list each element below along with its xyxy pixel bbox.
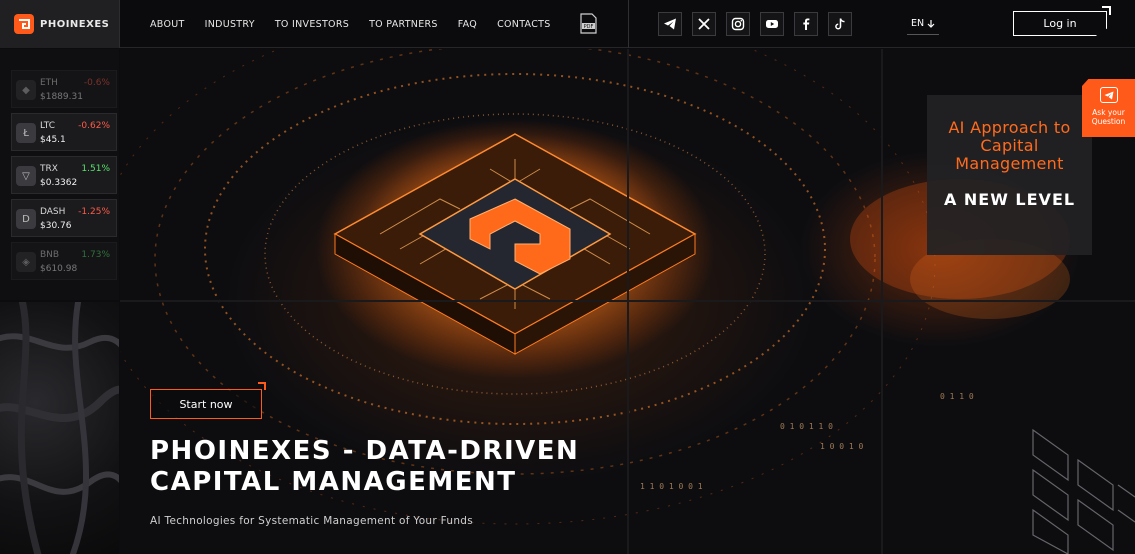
code-digits-2: 1 0 0 1 0 [820,442,864,451]
login-button[interactable]: Log in [1013,11,1107,36]
facebook-link[interactable] [794,12,818,36]
coin-symbol: DASH [40,207,66,217]
login-corner-accent [1102,6,1111,15]
litecoin-icon: Ł [16,123,36,143]
header-divider [628,0,629,48]
phoinexes-logo-icon [14,14,34,34]
dash-icon: D [16,209,36,229]
nav-to-investors[interactable]: TO INVESTORS [275,19,349,30]
telegram-link[interactable] [658,12,682,36]
x-link[interactable] [692,12,716,36]
pdf-icon[interactable]: PDF [580,13,597,34]
code-digits-4: 0 1 1 0 [940,392,974,401]
hero-tagline: AI Technologies for Systematic Managemen… [150,515,474,527]
language-selector[interactable]: EN [907,13,939,35]
coin-change: 1.73% [81,250,110,260]
tiktok-icon [835,18,845,30]
logo[interactable]: PHOINEXES [0,0,120,48]
telegram-icon [1099,87,1118,103]
tile-divider [120,300,1135,302]
nav-contacts[interactable]: CONTACTS [497,19,550,30]
coin-price: $30.76 [40,221,72,231]
instagram-link[interactable] [726,12,750,36]
coin-change: -0.62% [78,121,110,131]
telegram-icon [664,18,676,30]
bnb-icon: ◈ [16,252,36,272]
arrow-down-icon [927,19,935,28]
brand-name: PHOINEXES [40,18,110,30]
tron-icon: ▽ [16,166,36,186]
coin-card-trx[interactable]: ▽ TRX 1.51% $0.3362 [11,156,117,194]
coin-card-bnb[interactable]: ◈ BNB 1.73% $610.98 [11,242,117,280]
coin-card-dash[interactable]: D DASH -1.25% $30.76 [11,199,117,237]
pdf-label: PDF [584,24,594,30]
coin-card-eth[interactable]: ◆ ETH -0.6% $1889.31 [11,70,117,108]
coin-change: -0.6% [83,78,110,88]
hero-headline-line1: PHOINEXES - DATA-DRIVEN [150,436,580,466]
coin-change: -1.25% [78,207,110,217]
promo-title: AI Approach to Capital Management [948,118,1071,173]
hero-headline-line2: CAPITAL MANAGEMENT [150,467,517,497]
youtube-icon [766,20,778,28]
hero-headline: PHOINEXES - DATA-DRIVEN CAPITAL MANAGEME… [150,436,620,498]
nav-faq[interactable]: FAQ [458,19,477,30]
facebook-icon [803,18,810,30]
x-icon [698,18,710,30]
instagram-icon [731,17,745,31]
tiktok-link[interactable] [828,12,852,36]
abstract-mesh-panel [0,302,119,554]
promo-card: AI Approach to Capital Management A NEW … [927,95,1092,255]
social-links [658,12,852,36]
coin-price: $1889.31 [40,92,83,102]
nav-to-partners[interactable]: TO PARTNERS [369,19,438,30]
coin-price: $45.1 [40,135,66,145]
start-corner-accent [258,382,266,390]
ask-question-button[interactable]: Ask your Question [1082,79,1135,137]
coin-card-ltc[interactable]: Ł LTC -0.62% $45.1 [11,113,117,151]
ask-question-label: Ask your Question [1091,108,1126,126]
crypto-ticker: ◆ ETH -0.6% $1889.31 Ł LTC -0.62% $45.1 … [0,49,119,300]
code-digits-3: 1 1 0 1 0 0 1 [640,482,703,491]
youtube-link[interactable] [760,12,784,36]
mesh-decoration [0,302,119,554]
nav-about[interactable]: ABOUT [150,19,185,30]
nav-industry[interactable]: INDUSTRY [205,19,255,30]
language-label: EN [910,18,925,29]
ethereum-icon: ◆ [16,80,36,100]
coin-symbol: ETH [40,78,58,88]
coin-symbol: LTC [40,121,56,131]
coin-symbol: BNB [40,250,60,260]
coin-price: $610.98 [40,264,78,274]
start-now-button[interactable]: Start now [150,389,262,419]
code-digits-1: 0 1 0 1 1 0 [780,422,833,431]
promo-subtitle: A NEW LEVEL [943,190,1076,209]
corner-decoration [1032,428,1135,554]
site-header: PHOINEXES ABOUT INDUSTRY TO INVESTORS TO… [0,0,1135,48]
coin-symbol: TRX [40,164,58,174]
main-nav: ABOUT INDUSTRY TO INVESTORS TO PARTNERS … [150,0,551,48]
coin-change: 1.51% [81,164,110,174]
coin-price: $0.3362 [40,178,78,188]
